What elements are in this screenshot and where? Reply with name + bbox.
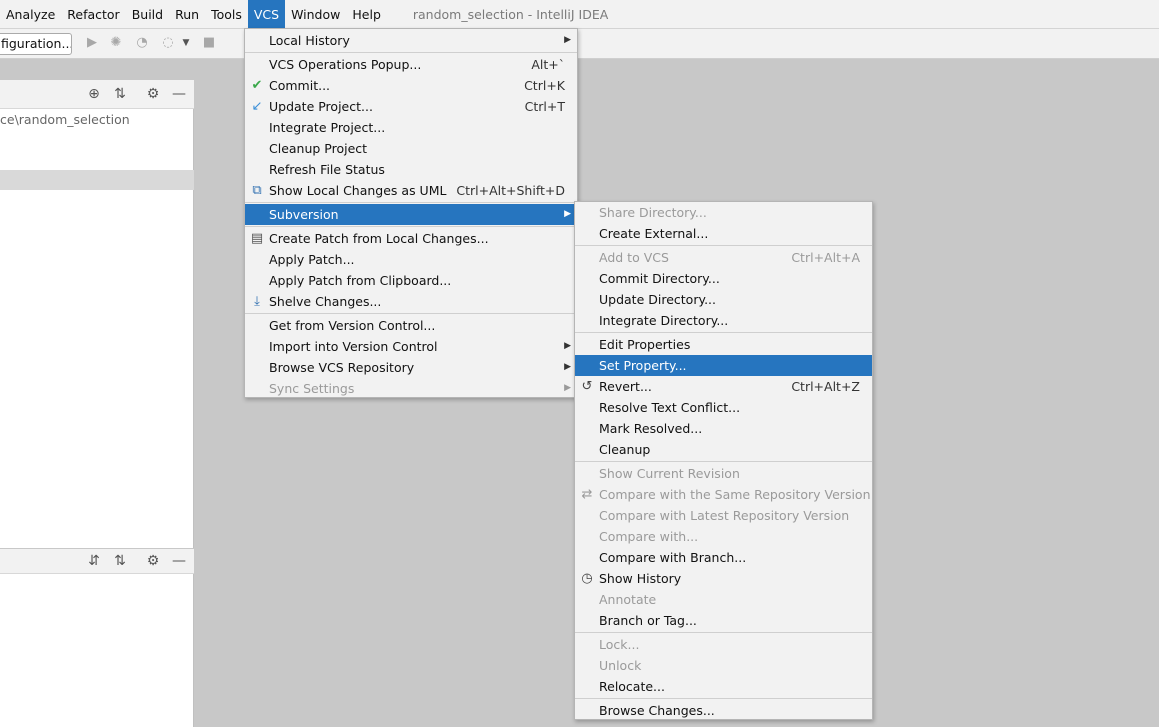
dropdown-icon[interactable]: ▼ xyxy=(178,35,194,51)
subversion-submenu: Share Directory... Create External... Ad… xyxy=(574,201,873,720)
uml-icon: ⧉ xyxy=(252,183,262,198)
gear-icon[interactable]: ⚙ xyxy=(145,553,161,569)
menu-item-integrate-project[interactable]: Integrate Project... xyxy=(245,117,577,138)
menu-item-create-external[interactable]: Create External... xyxy=(575,223,872,244)
menu-item-commit[interactable]: ✔ Commit... Ctrl+K xyxy=(245,75,577,96)
menu-item-set-property[interactable]: Set Property... xyxy=(575,355,872,376)
submenu-arrow-icon: ▶ xyxy=(564,383,571,393)
expand-icon[interactable]: ⇵ xyxy=(86,553,102,569)
revert-icon: ↺ xyxy=(581,379,593,394)
structure-tool-window: ⇵ ⇅ ⚙ — xyxy=(0,548,194,727)
collapse-icon[interactable]: ⇅ xyxy=(112,553,128,569)
menu-item-apply-patch-clipboard[interactable]: Apply Patch from Clipboard... xyxy=(245,270,577,291)
menu-item-subversion[interactable]: Subversion ▶ xyxy=(245,204,577,225)
menu-help[interactable]: Help xyxy=(346,0,387,29)
submenu-arrow-icon: ▶ xyxy=(564,35,571,45)
menu-run[interactable]: Run xyxy=(169,0,205,29)
debug-icon[interactable]: ✺ xyxy=(108,35,124,51)
menu-item-edit-properties[interactable]: Edit Properties xyxy=(575,334,872,355)
menu-separator xyxy=(245,52,577,53)
patch-icon: ▤ xyxy=(250,231,264,246)
menu-item-mark-resolved[interactable]: Mark Resolved... xyxy=(575,418,872,439)
menu-item-lock[interactable]: Lock... xyxy=(575,634,872,655)
shelve-icon: ⤓ xyxy=(254,294,260,309)
stop-icon[interactable]: ■ xyxy=(201,35,217,51)
window-title: random_selection - IntelliJ IDEA xyxy=(412,6,609,22)
minimize-icon[interactable]: — xyxy=(171,86,187,102)
menu-item-shelve-changes[interactable]: ⤓ Shelve Changes... xyxy=(245,291,577,312)
menu-tools[interactable]: Tools xyxy=(205,0,248,29)
minimize-icon[interactable]: — xyxy=(171,553,187,569)
menu-separator xyxy=(575,632,872,633)
selected-row xyxy=(0,170,194,190)
submenu-arrow-icon: ▶ xyxy=(564,209,571,219)
menu-separator xyxy=(245,313,577,314)
collapse-icon[interactable]: ⇅ xyxy=(112,86,128,102)
clock-icon: ◷ xyxy=(581,571,593,586)
menu-item-create-patch[interactable]: ▤ Create Patch from Local Changes... xyxy=(245,228,577,249)
coverage-icon[interactable]: ◔ xyxy=(134,35,150,51)
menu-item-integrate-directory[interactable]: Integrate Directory... xyxy=(575,310,872,331)
profile-icon[interactable]: ◌ xyxy=(160,35,176,51)
menu-item-compare-same-repo-version[interactable]: ⇄ Compare with the Same Repository Versi… xyxy=(575,484,872,505)
menu-separator xyxy=(575,698,872,699)
compare-icon: ⇄ xyxy=(581,487,593,502)
menu-item-commit-directory[interactable]: Commit Directory... xyxy=(575,268,872,289)
menu-item-cleanup-project[interactable]: Cleanup Project xyxy=(245,138,577,159)
menu-item-compare-with-branch[interactable]: Compare with Branch... xyxy=(575,547,872,568)
menu-item-unlock[interactable]: Unlock xyxy=(575,655,872,676)
run-icon[interactable]: ▶ xyxy=(84,35,100,51)
menu-build[interactable]: Build xyxy=(126,0,169,29)
menu-item-import-into-vcs[interactable]: Import into Version Control ▶ xyxy=(245,336,577,357)
structure-header: ⇵ ⇅ ⚙ — xyxy=(0,548,194,574)
menu-item-compare-latest-repo-version[interactable]: Compare with Latest Repository Version xyxy=(575,505,872,526)
menu-item-revert[interactable]: ↺ Revert... Ctrl+Alt+Z xyxy=(575,376,872,397)
check-icon: ✔ xyxy=(251,78,263,93)
menu-item-compare-with[interactable]: Compare with... xyxy=(575,526,872,547)
project-path: ce\random_selection xyxy=(0,112,130,127)
menu-item-sync-settings[interactable]: Sync Settings ▶ xyxy=(245,378,577,399)
menu-item-resolve-text-conflict[interactable]: Resolve Text Conflict... xyxy=(575,397,872,418)
update-arrow-icon: ↙ xyxy=(251,99,263,114)
menu-item-local-history[interactable]: Local History ▶ xyxy=(245,30,577,51)
menu-item-vcs-operations-popup[interactable]: VCS Operations Popup... Alt+` xyxy=(245,54,577,75)
menu-bar: Analyze Refactor Build Run Tools VCS Win… xyxy=(0,0,1159,29)
menu-separator xyxy=(575,461,872,462)
menu-separator xyxy=(245,202,577,203)
menu-separator xyxy=(245,226,577,227)
menu-item-update-project[interactable]: ↙ Update Project... Ctrl+T xyxy=(245,96,577,117)
menu-item-browse-vcs-repository[interactable]: Browse VCS Repository ▶ xyxy=(245,357,577,378)
menu-separator xyxy=(575,245,872,246)
menu-separator xyxy=(575,332,872,333)
submenu-arrow-icon: ▶ xyxy=(564,341,571,351)
menu-item-annotate[interactable]: Annotate xyxy=(575,589,872,610)
menu-item-apply-patch[interactable]: Apply Patch... xyxy=(245,249,577,270)
menu-item-branch-or-tag[interactable]: Branch or Tag... xyxy=(575,610,872,631)
menu-item-refresh-file-status[interactable]: Refresh File Status xyxy=(245,159,577,180)
menu-item-relocate[interactable]: Relocate... xyxy=(575,676,872,697)
menu-vcs[interactable]: VCS xyxy=(247,0,286,29)
gear-icon[interactable]: ⚙ xyxy=(145,86,161,102)
project-header: ⊕ ⇅ ⚙ — xyxy=(0,80,194,109)
locate-icon[interactable]: ⊕ xyxy=(86,86,102,102)
menu-item-share-directory[interactable]: Share Directory... xyxy=(575,202,872,223)
menu-item-add-to-vcs[interactable]: Add to VCS Ctrl+Alt+A xyxy=(575,247,872,268)
menu-item-show-local-changes-uml[interactable]: ⧉ Show Local Changes as UML Ctrl+Alt+Shi… xyxy=(245,180,577,201)
menu-refactor[interactable]: Refactor xyxy=(61,0,125,29)
menu-analyze[interactable]: Analyze xyxy=(0,0,61,29)
main-toolbar: figuration... ▶ ✺ ◔ ◌ ▼ ■ xyxy=(0,29,1159,59)
menu-window[interactable]: Window xyxy=(285,0,346,29)
menu-item-show-current-revision[interactable]: Show Current Revision xyxy=(575,463,872,484)
project-tool-window: ⊕ ⇅ ⚙ — ce\random_selection xyxy=(0,80,194,548)
submenu-arrow-icon: ▶ xyxy=(564,362,571,372)
menu-item-browse-changes[interactable]: Browse Changes... xyxy=(575,700,872,721)
menu-item-cleanup[interactable]: Cleanup xyxy=(575,439,872,460)
menu-item-update-directory[interactable]: Update Directory... xyxy=(575,289,872,310)
menu-item-get-from-vcs[interactable]: Get from Version Control... xyxy=(245,315,577,336)
menu-item-show-history[interactable]: ◷ Show History xyxy=(575,568,872,589)
vcs-menu: Local History ▶ VCS Operations Popup... … xyxy=(244,28,578,398)
run-configuration-button[interactable]: figuration... xyxy=(0,33,72,55)
